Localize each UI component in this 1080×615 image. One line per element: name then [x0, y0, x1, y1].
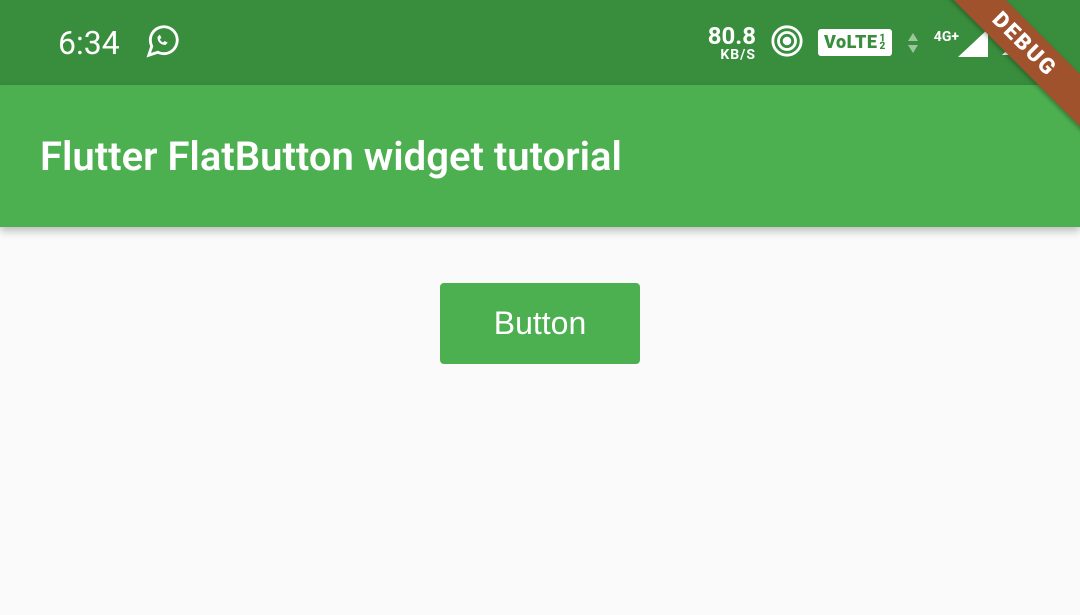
status-bar-left: 6:34 — [58, 22, 182, 64]
volte-sim-number: 12 — [879, 35, 885, 51]
network-speed-value: 80.8 — [708, 24, 756, 48]
network-speed: 80.8 KB/S — [708, 24, 756, 62]
status-bar: 6:34 80.8 KB/S VoLTE 12 — [0, 0, 1080, 85]
content-area: Button — [0, 227, 1080, 364]
app-bar-title: Flutter FlatButton widget tutorial — [40, 133, 622, 180]
volte-badge: VoLTE 12 — [818, 29, 892, 56]
network-speed-unit: KB/S — [720, 48, 756, 62]
clock: 6:34 — [58, 24, 120, 62]
data-arrows-icon — [906, 31, 920, 55]
app-bar: Flutter FlatButton widget tutorial — [0, 85, 1080, 227]
signal-1: 4G+ — [934, 29, 988, 57]
volte-text: VoLTE — [824, 32, 878, 53]
signal-1-label: 4G+ — [934, 29, 959, 45]
hotspot-icon — [770, 24, 804, 62]
signal-icon — [958, 29, 988, 57]
whatsapp-icon — [144, 22, 182, 64]
flat-button[interactable]: Button — [440, 283, 641, 364]
